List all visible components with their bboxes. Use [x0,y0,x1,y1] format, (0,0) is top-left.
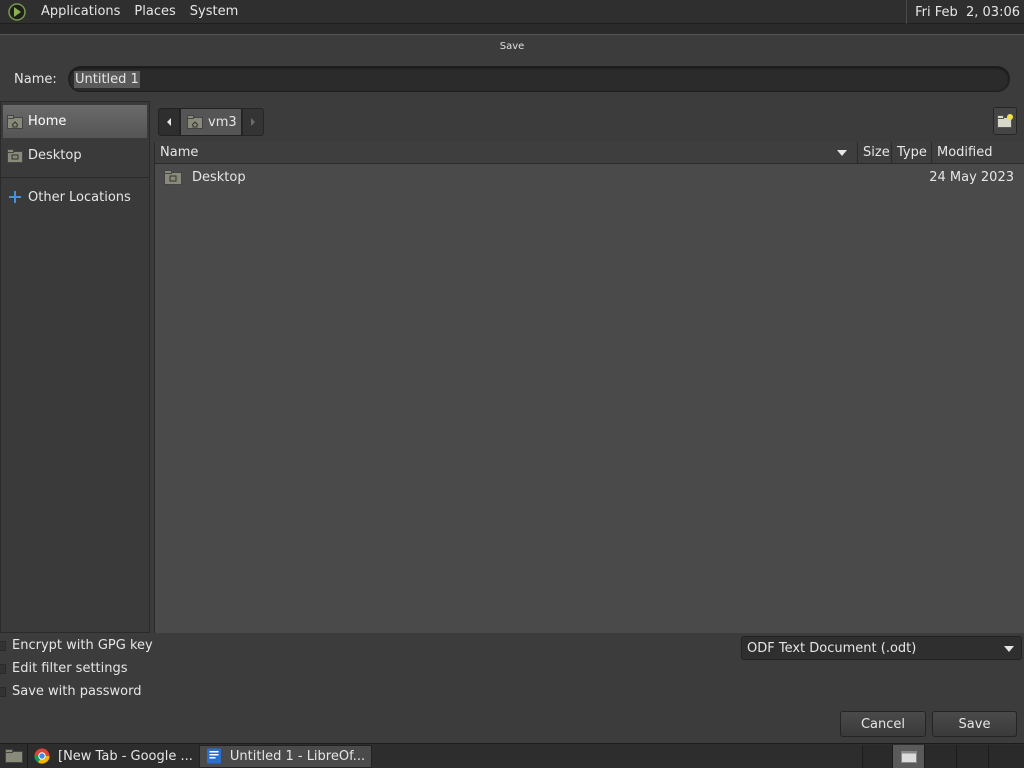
sidebar-item-label: Desktop [28,148,82,163]
workspace-switcher [862,745,1024,768]
sidebar-item-desktop[interactable]: Desktop [1,138,149,173]
password-option[interactable]: Save with password [0,684,141,699]
taskbar-item-label: [New Tab - Google ... [58,748,193,764]
chevron-left-icon [167,118,171,126]
chevron-down-icon [1004,646,1014,652]
places-sidebar: Home Desktop Other Locations [0,101,150,633]
encrypt-label: Encrypt with GPG key [12,638,153,653]
filename-value: Untitled 1 [74,70,140,88]
column-header-name[interactable]: Name [155,141,858,164]
sidebar-divider [1,177,149,178]
new-folder-icon [997,114,1013,128]
path-segment-home[interactable]: vm3 [180,108,242,136]
clock[interactable]: Fri Feb 2, 03:06 [906,0,1024,24]
home-folder-icon [7,114,23,129]
sidebar-item-other-locations[interactable]: Other Locations [1,182,149,212]
sidebar-item-label: Home [28,114,67,129]
path-bar: vm3 [158,107,264,137]
workspace-3[interactable] [924,745,956,768]
distro-logo-icon[interactable] [6,1,28,23]
column-header-modified[interactable]: Modified [932,142,1024,164]
file-name: Desktop [192,170,246,185]
file-type-select[interactable]: ODF Text Document (.odt) [741,636,1022,660]
path-forward-button[interactable] [241,108,264,136]
file-type-value: ODF Text Document (.odt) [747,640,917,656]
create-folder-button[interactable] [993,107,1017,135]
encrypt-option[interactable]: Encrypt with GPG key [0,638,153,653]
name-row: Name: Untitled 1 [0,65,1024,93]
system-menu[interactable]: System [183,4,245,19]
desktop-folder-icon [7,148,23,163]
cancel-button[interactable]: Cancel [840,711,926,737]
edit-filter-checkbox[interactable] [0,663,6,674]
taskbar: [New Tab - Google ... Untitled 1 - Libre… [0,743,1024,768]
show-desktop-button[interactable] [0,743,28,768]
plus-icon [9,191,21,203]
path-back-button[interactable] [158,108,180,136]
file-modified: 24 May 2023 [929,170,1014,185]
column-label: Size [863,145,890,160]
applications-menu[interactable]: Applications [34,4,127,19]
sidebar-item-home[interactable]: Home [3,105,147,138]
edit-filter-option[interactable]: Edit filter settings [0,661,128,676]
show-desktop-icon [4,749,23,763]
column-header-size[interactable]: Size [858,141,892,164]
taskbar-item-label: Untitled 1 - LibreOf... [229,748,366,764]
window-preview-icon [900,750,917,763]
save-button[interactable]: Save [932,711,1017,737]
dialog-title: Save [499,40,525,52]
sidebar-item-label: Other Locations [28,189,131,205]
file-list: Name Size Type Modified Desktop 24 May 2… [154,141,1024,633]
workspace-1[interactable] [862,745,892,768]
name-label: Name: [14,71,57,87]
sort-descending-icon [837,149,847,156]
workspace-5[interactable] [988,745,1024,768]
path-segment-label: vm3 [208,114,237,130]
home-folder-icon [187,115,203,129]
places-menu[interactable]: Places [127,4,182,19]
edit-filter-label: Edit filter settings [12,661,128,676]
desktop-folder-icon [164,170,182,185]
file-row-desktop[interactable]: Desktop 24 May 2023 [155,164,1024,191]
column-label: Type [897,145,927,160]
chevron-right-icon [250,118,255,126]
workspace-2[interactable] [892,745,924,768]
save-dialog: Save Name: Untitled 1 Home Desktop Other… [0,34,1024,742]
taskbar-item-chrome[interactable]: [New Tab - Google ... [28,745,199,768]
encrypt-checkbox[interactable] [0,640,6,651]
chrome-icon [34,748,50,764]
file-list-header: Name Size Type Modified [155,141,1024,164]
workspace-4[interactable] [956,745,988,768]
libreoffice-writer-icon [206,748,221,764]
column-header-type[interactable]: Type [892,141,932,164]
taskbar-item-libreoffice[interactable]: Untitled 1 - LibreOf... [198,744,373,768]
column-label: Modified [937,145,993,160]
filename-input[interactable]: Untitled 1 [68,66,1010,92]
column-label: Name [160,145,199,160]
password-checkbox[interactable] [0,686,6,697]
password-label: Save with password [12,684,142,699]
top-panel: Applications Places System Fri Feb 2, 03… [0,0,1024,24]
